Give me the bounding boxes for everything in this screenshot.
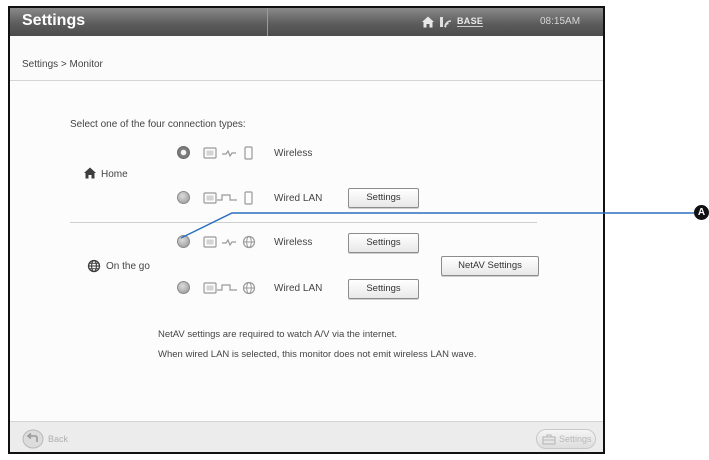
wired-internet-connection-icon	[203, 281, 256, 295]
breadcrumb-bar: Settings > Monitor	[10, 36, 603, 81]
settings-button[interactable]: Settings	[536, 429, 596, 449]
title-bar: Settings BASE 08:15AM	[10, 8, 603, 36]
option-label-on-the-go-wireless: Wireless	[274, 237, 313, 248]
on-the-go-wireless-settings-button[interactable]: Settings	[348, 233, 419, 253]
option-label-home-wireless: Wireless	[274, 148, 313, 159]
wireless-internet-connection-icon	[203, 235, 256, 249]
option-label-on-the-go-wired-lan: Wired LAN	[274, 283, 323, 294]
wireless-signal-icon	[440, 17, 452, 28]
breadcrumb: Settings > Monitor	[22, 59, 103, 70]
window-title: Settings	[22, 12, 86, 29]
wired-home-connection-icon	[203, 191, 253, 205]
radio-on-the-go-wireless[interactable]	[177, 235, 190, 248]
status-bar: BASE 08:15AM	[268, 8, 603, 36]
clock: 08:15AM	[540, 16, 581, 27]
note-netav: NetAV settings are required to watch A/V…	[158, 329, 398, 340]
wireless-home-connection-icon	[203, 146, 253, 160]
callout-badge: A	[694, 205, 709, 220]
radio-home-wireless[interactable]	[177, 146, 190, 159]
connection-settings-panel: Select one of the four connection types:…	[10, 81, 603, 421]
on-the-go-wired-lan-settings-button[interactable]: Settings	[348, 279, 419, 299]
toolbox-icon	[542, 434, 556, 445]
home-status-icon	[422, 16, 434, 28]
option-label-home-wired-lan: Wired LAN	[274, 193, 323, 204]
instruction-text: Select one of the four connection types:	[70, 119, 246, 130]
globe-icon	[87, 259, 101, 273]
back-arrow-icon	[22, 429, 44, 449]
group-label-home: Home	[101, 169, 128, 180]
bottom-bar: Back Settings	[10, 421, 603, 452]
radio-home-wired-lan[interactable]	[177, 191, 190, 204]
group-label-on-the-go: On the go	[106, 261, 150, 272]
group-divider	[70, 222, 537, 223]
base-status-badge: BASE	[457, 16, 484, 27]
settings-button-label: Settings	[559, 434, 592, 444]
home-icon	[84, 167, 96, 179]
radio-on-the-go-wired-lan[interactable]	[177, 281, 190, 294]
back-label: Back	[48, 434, 69, 444]
monitor-screen: Settings BASE 08:15AM Settings > Monitor…	[8, 6, 605, 454]
netav-settings-button[interactable]: NetAV Settings	[441, 256, 539, 276]
note-wired-lan: When wired LAN is selected, this monitor…	[158, 349, 477, 360]
home-wired-lan-settings-button[interactable]: Settings	[348, 188, 419, 208]
